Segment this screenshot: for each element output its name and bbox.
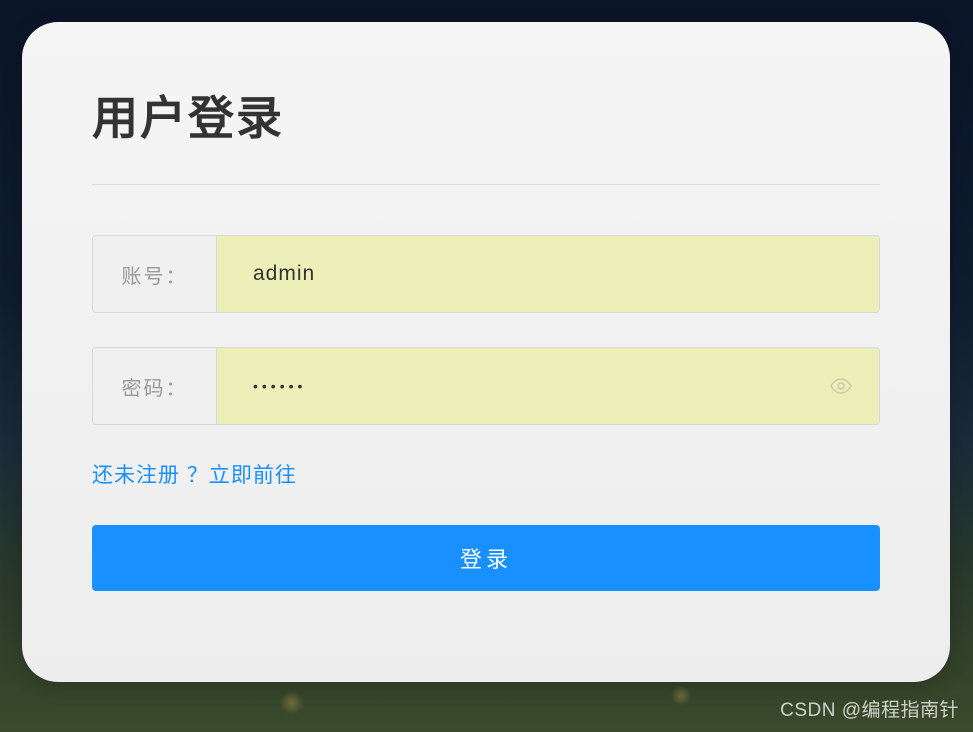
username-field-group: 账号： [92,235,880,313]
page-title: 用户登录 [92,82,880,148]
password-input-wrap [217,348,879,424]
login-button[interactable]: 登录 [92,525,880,591]
login-card: 用户登录 账号： 密码： 还未注册 ？立即前往 登录 [22,22,950,682]
password-input[interactable] [217,348,879,424]
watermark: CSDN @编程指南针 [780,695,959,722]
password-field-group: 密码： [92,347,880,425]
username-label: 账号： [93,236,217,312]
username-input-wrap [217,236,879,312]
register-link[interactable]: 还未注册 ？立即前往 [92,459,297,489]
username-input[interactable] [217,236,879,312]
eye-icon[interactable] [829,374,853,398]
divider [92,184,880,185]
password-label: 密码： [93,348,217,424]
